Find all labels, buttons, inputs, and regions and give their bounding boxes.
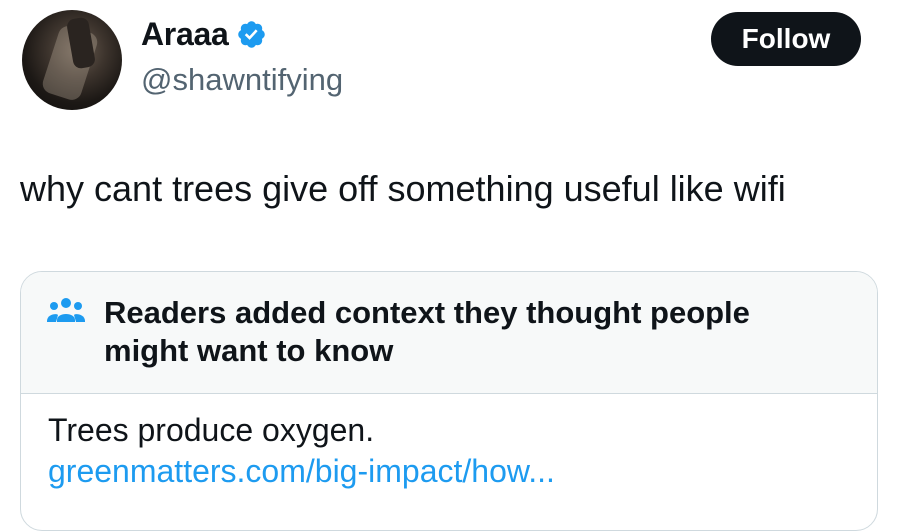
community-note-header: Readers added context they thought peopl… [21,272,877,394]
verified-badge-icon [236,19,267,50]
community-note-text: Trees produce oxygen. [48,412,375,448]
avatar[interactable] [22,10,122,110]
follow-button[interactable]: Follow [711,12,861,66]
community-note: Readers added context they thought peopl… [20,271,878,531]
author-name-row: Araaa [141,16,267,53]
tweet-text: why cant trees give off something useful… [20,168,786,209]
community-note-title: Readers added context they thought peopl… [104,295,750,368]
community-note-link[interactable]: greenmatters.com/big-impact/how... [48,453,555,490]
author-handle[interactable]: @shawntifying [141,62,343,98]
people-group-icon [47,296,85,326]
author-display-name[interactable]: Araaa [141,16,229,53]
